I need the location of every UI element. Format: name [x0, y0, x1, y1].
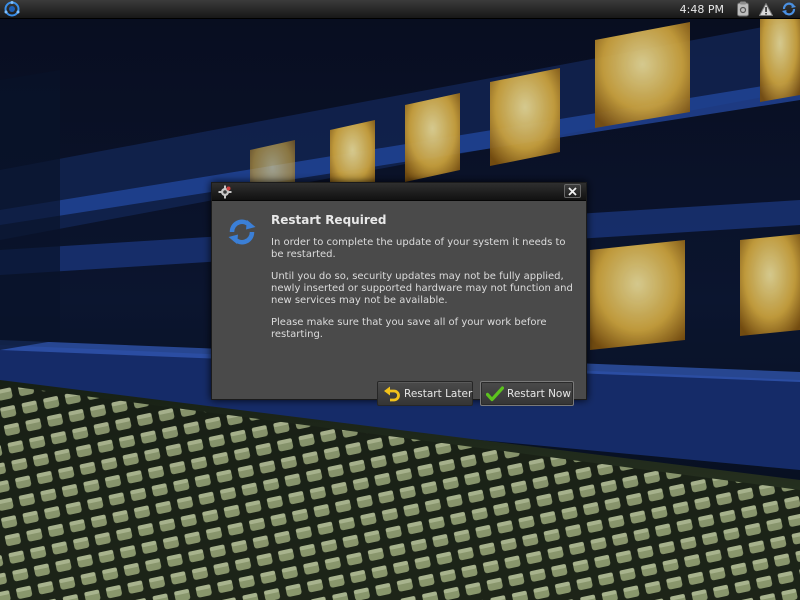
- dialog-message: Restart Required In order to complete th…: [271, 213, 581, 351]
- main-menu-icon[interactable]: [3, 1, 20, 18]
- dialog-paragraph-update: In order to complete the update of your …: [271, 237, 566, 260]
- refresh-icon: [226, 216, 258, 248]
- warning-icon[interactable]: [757, 1, 774, 18]
- panel-clock[interactable]: 4:48 PM: [680, 3, 724, 16]
- update-icon[interactable]: [780, 1, 797, 18]
- close-button[interactable]: [564, 184, 581, 198]
- undo-arrow-icon: [383, 386, 401, 402]
- restart-later-label: Restart Later: [404, 387, 473, 400]
- dialog-heading: Restart Required: [271, 213, 387, 227]
- restart-now-button[interactable]: Restart Now: [480, 381, 574, 406]
- dialog-paragraph-warning: Until you do so, security updates may no…: [271, 271, 573, 306]
- top-panel: 4:48 PM: [0, 0, 800, 19]
- gear-icon: [218, 184, 232, 199]
- dialog-paragraph-save: Please make sure that you save all of yo…: [271, 317, 547, 340]
- close-icon: [568, 186, 577, 196]
- clipboard-icon[interactable]: [734, 1, 751, 18]
- dialog-titlebar[interactable]: [212, 183, 586, 201]
- restart-later-button[interactable]: Restart Later: [377, 381, 473, 406]
- checkmark-icon: [486, 385, 504, 402]
- restart-now-label: Restart Now: [507, 387, 571, 400]
- restart-required-dialog: Restart Required In order to complete th…: [211, 182, 587, 406]
- dialog-body: Restart Required In order to complete th…: [212, 201, 586, 406]
